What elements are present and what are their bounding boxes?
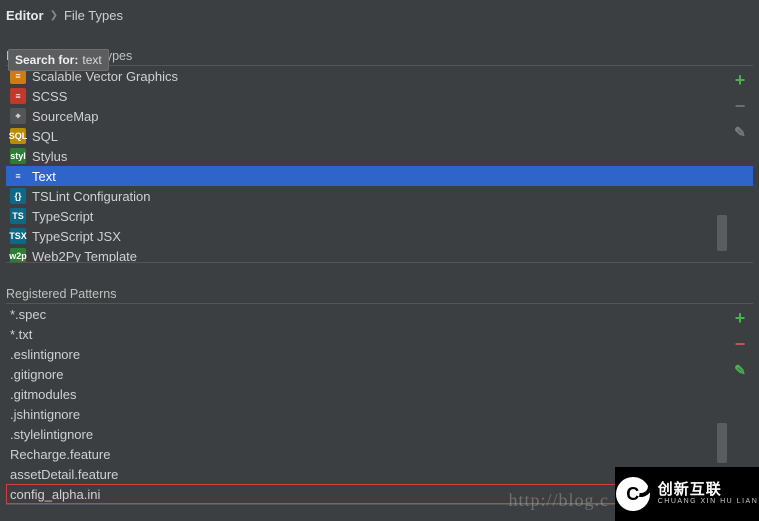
filetype-label: Web2Py Template bbox=[32, 249, 137, 264]
filetype-row[interactable]: ≡ Text bbox=[6, 166, 753, 186]
pattern-label: *.txt bbox=[10, 327, 32, 342]
filetype-label: TypeScript JSX bbox=[32, 229, 121, 244]
add-pattern-button[interactable]: + bbox=[731, 309, 749, 327]
watermark-url: http://blog.c bbox=[509, 490, 610, 511]
filetype-label: TSLint Configuration bbox=[32, 189, 151, 204]
pattern-label: .jshintignore bbox=[10, 407, 80, 422]
pattern-row[interactable]: .jshintignore bbox=[6, 404, 753, 424]
logo-text-en: CHUANG XIN HU LIAN bbox=[658, 498, 759, 505]
search-overlay[interactable]: Search for: text bbox=[8, 49, 109, 71]
pattern-label: .eslintignore bbox=[10, 347, 80, 362]
filetype-label: Text bbox=[32, 169, 56, 184]
sql-icon: SQL bbox=[10, 128, 26, 144]
pattern-row[interactable]: .gitignore bbox=[6, 364, 753, 384]
pattern-label: .gitignore bbox=[10, 367, 63, 382]
remove-pattern-button[interactable]: − bbox=[731, 335, 749, 353]
filetype-row[interactable]: ≡Scalable Vector Graphics bbox=[6, 66, 753, 86]
add-filetype-button[interactable]: + bbox=[731, 71, 749, 89]
breadcrumb: Editor ❯ File Types bbox=[0, 0, 759, 29]
filetype-row[interactable]: TSX TypeScript JSX bbox=[6, 226, 753, 246]
logo-text-cn: 创新互联 bbox=[658, 482, 759, 498]
filetypes-list[interactable]: ≡Scalable Vector Graphics ≡ SCSS ⌖ SourceMap… bbox=[6, 65, 753, 263]
pattern-label: *.spec bbox=[10, 307, 46, 322]
filetype-label: Stylus bbox=[32, 149, 67, 164]
logo-icon: C bbox=[616, 477, 650, 511]
remove-filetype-button[interactable]: − bbox=[731, 97, 749, 115]
pattern-row[interactable]: .gitmodules bbox=[6, 384, 753, 404]
filetype-row[interactable]: w2p Web2Py Template bbox=[6, 246, 753, 263]
filetype-label: SQL bbox=[32, 129, 58, 144]
w2p-icon: w2p bbox=[10, 248, 26, 263]
filetypes-container: ≡Scalable Vector Graphics ≡ SCSS ⌖ SourceMap… bbox=[6, 65, 753, 263]
text-icon: ≡ bbox=[10, 168, 26, 184]
scroll-thumb[interactable] bbox=[717, 423, 727, 463]
pattern-row[interactable]: *.txt bbox=[6, 324, 753, 344]
scroll-thumb[interactable] bbox=[717, 215, 727, 251]
pattern-label: .stylelintignore bbox=[10, 427, 93, 442]
breadcrumb-current: File Types bbox=[64, 8, 123, 23]
search-query: text bbox=[82, 53, 101, 67]
breadcrumb-root[interactable]: Editor bbox=[6, 8, 44, 23]
pattern-label: .gitmodules bbox=[10, 387, 76, 402]
edit-filetype-button[interactable]: ✎ bbox=[731, 123, 749, 141]
pattern-label: Recharge.feature bbox=[10, 447, 110, 462]
pattern-row[interactable]: .stylelintignore bbox=[6, 424, 753, 444]
pattern-label: assetDetail.feature bbox=[10, 467, 118, 482]
filetype-row[interactable]: TS TypeScript bbox=[6, 206, 753, 226]
pattern-row[interactable]: Recharge.feature bbox=[6, 444, 753, 464]
filetype-label: TypeScript bbox=[32, 209, 93, 224]
scss-icon: ≡ bbox=[10, 88, 26, 104]
map-icon: ⌖ bbox=[10, 108, 26, 124]
pattern-row[interactable]: .eslintignore bbox=[6, 344, 753, 364]
filetypes-section-title: Recognized File Types bbox=[0, 29, 759, 65]
search-label: Search for: bbox=[15, 53, 78, 67]
tsx-icon: TSX bbox=[10, 228, 26, 244]
filetypes-tools: + − ✎ bbox=[727, 65, 753, 141]
logo-overlay: C 创新互联 CHUANG XIN HU LIAN bbox=[615, 467, 759, 521]
patterns-section-title: Registered Patterns bbox=[0, 263, 759, 303]
filetype-row[interactable]: {} TSLint Configuration bbox=[6, 186, 753, 206]
scrollbar[interactable] bbox=[717, 65, 727, 263]
pattern-label: config_alpha.ini bbox=[10, 487, 100, 502]
edit-pattern-button[interactable]: ✎ bbox=[731, 361, 749, 379]
tsl-icon: {} bbox=[10, 188, 26, 204]
styl-icon: styl bbox=[10, 148, 26, 164]
filetype-row[interactable]: ≡ SCSS bbox=[6, 86, 753, 106]
filetype-row[interactable]: styl Stylus bbox=[6, 146, 753, 166]
filetype-row[interactable]: ⌖ SourceMap bbox=[6, 106, 753, 126]
filetype-label: SCSS bbox=[32, 89, 67, 104]
chevron-right-icon: ❯ bbox=[50, 10, 58, 21]
ts-icon: TS bbox=[10, 208, 26, 224]
filetype-row[interactable]: SQL SQL bbox=[6, 126, 753, 146]
filetype-label: SourceMap bbox=[32, 109, 98, 124]
pattern-row[interactable]: *.spec bbox=[6, 304, 753, 324]
patterns-tools: + − ✎ bbox=[727, 303, 753, 379]
